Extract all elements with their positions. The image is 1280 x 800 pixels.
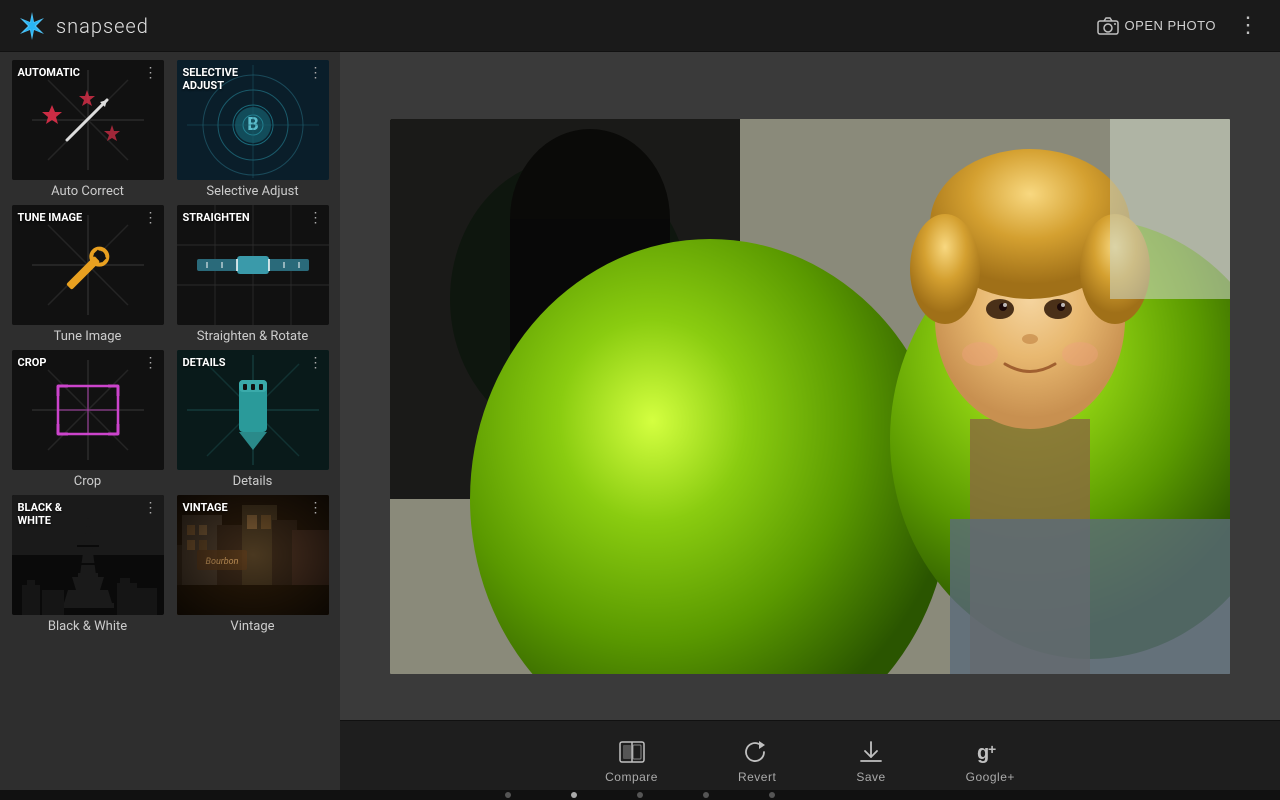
details-title: DETAILS bbox=[183, 356, 226, 369]
tool-selective-adjust-card: B SELECTIVE ADJUST ⋮ bbox=[177, 60, 329, 180]
photo-svg bbox=[390, 119, 1230, 674]
revert-label: Revert bbox=[738, 770, 776, 784]
compare-label: Compare bbox=[605, 770, 658, 784]
bottom-toolbar: Compare Revert Save bbox=[340, 720, 1280, 800]
selective-adjust-name: Selective Adjust bbox=[206, 184, 298, 199]
googleplus-button[interactable]: g + Google+ bbox=[966, 738, 1015, 784]
revert-icon bbox=[743, 738, 771, 766]
tool-details-card: DETAILS ⋮ bbox=[177, 350, 329, 470]
tool-tune-image[interactable]: TUNE IMAGE ⋮ Tune Image bbox=[8, 205, 167, 344]
bw-title: BLACK & WHITE bbox=[18, 501, 63, 527]
main-area: Compare Revert Save bbox=[340, 52, 1280, 800]
tool-bw-card: BLACK & WHITE ⋮ bbox=[12, 495, 164, 615]
tool-straighten[interactable]: STRAIGHTEN ⋮ Straighten & Rotate bbox=[173, 205, 332, 344]
header: snapseed OPEN PHOTO ⋮ bbox=[0, 0, 1280, 52]
more-options-icon[interactable]: ⋮ bbox=[1232, 13, 1264, 38]
revert-button[interactable]: Revert bbox=[738, 738, 776, 784]
app-name: snapseed bbox=[56, 14, 149, 38]
save-button[interactable]: Save bbox=[856, 738, 885, 784]
tool-auto-correct-card: AUTOMATIC ⋮ bbox=[12, 60, 164, 180]
nav-dot-2[interactable] bbox=[571, 792, 577, 798]
straighten-name: Straighten & Rotate bbox=[197, 329, 309, 344]
tune-image-title: TUNE IMAGE bbox=[18, 211, 83, 224]
tool-selective-adjust[interactable]: B SELECTIVE ADJUST ⋮ Selective Adjust bbox=[173, 60, 332, 199]
compare-icon bbox=[618, 738, 646, 766]
tool-straighten-card: STRAIGHTEN ⋮ bbox=[177, 205, 329, 325]
photo-container bbox=[340, 52, 1280, 720]
camera-icon bbox=[1097, 17, 1119, 35]
nav-dot-5[interactable] bbox=[769, 792, 775, 798]
crop-name: Crop bbox=[74, 474, 101, 489]
nav-dot-3[interactable] bbox=[637, 792, 643, 798]
tool-crop-card: CROP ⋮ bbox=[12, 350, 164, 470]
tool-crop[interactable]: CROP ⋮ Crop bbox=[8, 350, 167, 489]
logo-area: snapseed bbox=[16, 10, 149, 42]
save-label: Save bbox=[856, 770, 885, 784]
googleplus-icon: g + bbox=[976, 738, 1004, 766]
compare-button[interactable]: Compare bbox=[605, 738, 658, 784]
googleplus-label: Google+ bbox=[966, 770, 1015, 784]
auto-correct-name: Auto Correct bbox=[51, 184, 124, 199]
crop-title: CROP bbox=[18, 356, 47, 369]
snapseed-logo-icon bbox=[16, 10, 48, 42]
auto-correct-title: AUTOMATIC bbox=[18, 66, 81, 79]
nav-dot-4[interactable] bbox=[703, 792, 709, 798]
tool-auto-correct[interactable]: AUTOMATIC ⋮ Auto Correct bbox=[8, 60, 167, 199]
header-right: OPEN PHOTO ⋮ bbox=[1097, 13, 1264, 38]
tool-vintage[interactable]: Bourbon VINTAGE ⋮ Vintage bbox=[173, 495, 332, 634]
svg-text:+: + bbox=[988, 741, 996, 757]
tool-vintage-card: Bourbon VINTAGE ⋮ bbox=[177, 495, 329, 615]
tool-tune-image-card: TUNE IMAGE ⋮ bbox=[12, 205, 164, 325]
vintage-name: Vintage bbox=[230, 619, 274, 634]
save-icon bbox=[857, 738, 885, 766]
open-photo-label: OPEN PHOTO bbox=[1125, 18, 1216, 33]
tool-details[interactable]: DETAILS ⋮ Details bbox=[173, 350, 332, 489]
bw-name: Black & White bbox=[48, 619, 127, 634]
bottom-navigation bbox=[0, 790, 1280, 800]
nav-dot-1[interactable] bbox=[505, 792, 511, 798]
selective-adjust-title: SELECTIVE ADJUST bbox=[183, 66, 239, 92]
details-name: Details bbox=[233, 474, 273, 489]
photo-frame bbox=[390, 119, 1230, 674]
vintage-title: VINTAGE bbox=[183, 501, 228, 514]
open-photo-button[interactable]: OPEN PHOTO bbox=[1097, 17, 1216, 35]
straighten-title: STRAIGHTEN bbox=[183, 211, 250, 224]
tool-black-white[interactable]: BLACK & WHITE ⋮ Black & White bbox=[8, 495, 167, 634]
tune-image-name: Tune Image bbox=[54, 329, 122, 344]
tools-panel: AUTOMATIC ⋮ Auto Correct B bbox=[0, 52, 340, 800]
